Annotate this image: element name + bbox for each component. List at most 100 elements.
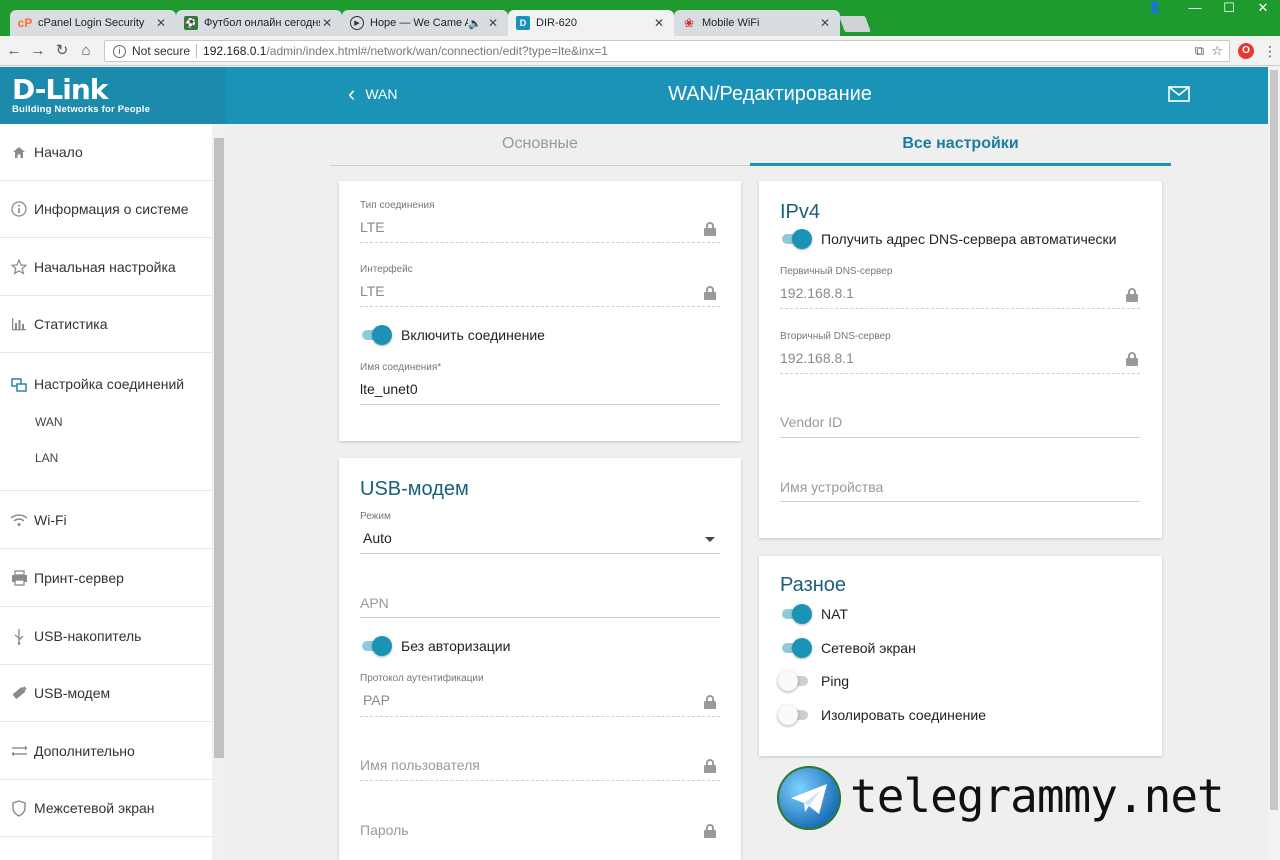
- apn-input[interactable]: APN: [360, 595, 389, 611]
- browser-tab-mobile-wifi[interactable]: ❀ Mobile WiFi ✕: [674, 10, 840, 36]
- auth-protocol-field: PAP: [363, 692, 390, 708]
- back-arrow-icon[interactable]: ←: [4, 41, 24, 61]
- dlink-logo[interactable]: D-Link Building Networks for People: [0, 67, 226, 124]
- primary-dns-label: Первичный DNS-сервер: [780, 266, 893, 277]
- minimize-icon[interactable]: —: [1178, 0, 1212, 16]
- browser-tab-dir620[interactable]: D DIR-620 ✕: [508, 10, 674, 36]
- browser-tab-music[interactable]: ▶ Hope — We Came As 🔈 ✕: [342, 10, 508, 36]
- close-icon[interactable]: ✕: [154, 16, 168, 30]
- sidebar-item-label: Статистика: [34, 316, 108, 332]
- misc-card: Разное NAT Сетевой экран Ping Изолироват…: [759, 556, 1162, 756]
- opera-extension-icon[interactable]: O: [1238, 43, 1254, 59]
- enable-connection-toggle[interactable]: [360, 325, 392, 345]
- isolate-connection-toggle[interactable]: [778, 705, 810, 725]
- auth-protocol-label: Протокол аутентификации: [360, 673, 484, 684]
- browser-tab-label: Hope — We Came As: [370, 17, 469, 29]
- firewall-label: Сетевой экран: [821, 640, 916, 656]
- translate-icon[interactable]: ⧉: [1195, 43, 1204, 58]
- sidebar-item-system-info[interactable]: Информация о системе: [0, 181, 212, 238]
- browser-tab-label: cPanel Login Security: [38, 17, 145, 29]
- info-icon[interactable]: i: [113, 44, 126, 58]
- settings-tabs: Основные Все настройки: [330, 124, 1171, 166]
- shield-icon: [10, 799, 28, 817]
- info-icon: [10, 200, 28, 218]
- chevron-left-icon: ‹: [348, 81, 356, 106]
- sidebar-item-label: USB-модем: [34, 685, 111, 701]
- connection-name-label: Имя соединения*: [360, 362, 442, 373]
- logo-brand: D-Link: [12, 73, 108, 106]
- ping-toggle[interactable]: [778, 671, 810, 691]
- user-profile-icon[interactable]: 👤: [1138, 0, 1172, 16]
- sidebar-scrollbar-thumb[interactable]: [214, 138, 224, 758]
- mail-icon[interactable]: [1168, 86, 1190, 102]
- browser-toolbar: ← → ↻ ⌂ i Not secure 192.168.0.1/admin/i…: [0, 36, 1280, 66]
- new-tab-button[interactable]: [839, 16, 871, 32]
- cpanel-icon: cP: [17, 16, 33, 30]
- lock-icon: [1126, 288, 1138, 302]
- maximize-icon[interactable]: ☐: [1212, 0, 1246, 16]
- bookmark-star-icon[interactable]: ☆: [1211, 43, 1223, 58]
- sidebar-subitem-wan[interactable]: WAN: [35, 415, 63, 429]
- browser-tab-football[interactable]: ⚽ Футбол онлайн сегодня ✕: [176, 10, 342, 36]
- tab-all-settings[interactable]: Все настройки: [750, 124, 1171, 166]
- browser-tab-cpanel[interactable]: cP cPanel Login Security ✕: [10, 10, 176, 36]
- connection-name-input[interactable]: lte_unet0: [360, 381, 418, 397]
- no-auth-toggle[interactable]: [360, 636, 392, 656]
- url-path: /admin/index.html#/network/wan/connectio…: [266, 44, 608, 58]
- vendor-id-input[interactable]: Vendor ID: [780, 414, 842, 430]
- sidebar-item-statistics[interactable]: Статистика: [0, 296, 212, 353]
- dropdown-caret-icon[interactable]: [705, 537, 715, 542]
- page-scrollbar-thumb[interactable]: [1270, 70, 1278, 810]
- usb-icon: [10, 627, 28, 645]
- usb-modem-title: USB-модем: [360, 478, 469, 500]
- sidebar-item-label: Дополнительно: [34, 743, 135, 759]
- sidebar-item-connections[interactable]: Настройка соединений: [0, 354, 212, 491]
- browser-tab-label: Футбол онлайн сегодня: [204, 17, 320, 29]
- primary-dns-field: 192.168.8.1: [780, 285, 854, 301]
- divider: [360, 617, 720, 618]
- sidebar-item-print-server[interactable]: Принт-сервер: [0, 550, 212, 607]
- sidebar-item-usb-storage[interactable]: USB-накопитель: [0, 608, 212, 665]
- home-icon: [10, 143, 28, 161]
- ipv4-card: IPv4 Получить адрес DNS-сервера автомати…: [759, 181, 1162, 538]
- window-close-icon[interactable]: ✕: [1246, 0, 1280, 16]
- sidebar-item-advanced[interactable]: Дополнительно: [0, 723, 212, 780]
- reload-icon[interactable]: ↻: [52, 41, 72, 61]
- divider: [780, 308, 1140, 309]
- sidebar-item-label: Настройка соединений: [34, 376, 185, 392]
- wifi-icon: [10, 511, 28, 529]
- secondary-dns-field: 192.168.8.1: [780, 350, 854, 366]
- url-host: 192.168.0.1: [203, 44, 267, 58]
- isolate-connection-label: Изолировать соединение: [821, 707, 986, 723]
- address-bar[interactable]: i Not secure 192.168.0.1/admin/index.htm…: [104, 40, 1230, 62]
- sidebar-item-wifi[interactable]: Wi-Fi: [0, 492, 212, 549]
- menu-icon[interactable]: ⋮: [1260, 41, 1280, 61]
- close-icon[interactable]: ✕: [486, 16, 500, 30]
- connections-icon: [10, 376, 28, 394]
- settings-arrows-icon: [10, 742, 28, 760]
- lock-icon: [704, 824, 716, 838]
- nat-toggle[interactable]: [780, 604, 812, 624]
- sidebar-subitem-lan[interactable]: LAN: [35, 451, 58, 465]
- device-name-input[interactable]: Имя устройства: [780, 479, 883, 495]
- sidebar-item-usb-modem[interactable]: USB-модем: [0, 665, 212, 722]
- firewall-toggle[interactable]: [780, 638, 812, 658]
- auto-dns-toggle[interactable]: [780, 229, 812, 249]
- sidebar-item-initial-setup[interactable]: Начальная настройка: [0, 239, 212, 296]
- forward-arrow-icon[interactable]: →: [28, 41, 48, 61]
- divider: [360, 404, 720, 405]
- mode-select[interactable]: Auto: [363, 530, 392, 546]
- close-icon[interactable]: ✕: [818, 16, 832, 30]
- home-icon[interactable]: ⌂: [76, 41, 96, 61]
- sidebar-item-home[interactable]: Начало: [0, 124, 212, 181]
- tab-basic[interactable]: Основные: [330, 124, 750, 166]
- sidebar-item-label: Wi-Fi: [34, 512, 67, 528]
- close-icon[interactable]: ✕: [652, 16, 666, 30]
- dlink-icon: D: [516, 16, 530, 30]
- close-icon[interactable]: ✕: [320, 16, 334, 30]
- back-button[interactable]: ‹ WAN: [348, 81, 397, 106]
- sidebar-item-firewall[interactable]: Межсетевой экран: [0, 780, 212, 837]
- speaker-icon[interactable]: 🔈: [468, 17, 482, 30]
- password-field: Пароль: [360, 822, 409, 838]
- lock-icon: [704, 759, 716, 773]
